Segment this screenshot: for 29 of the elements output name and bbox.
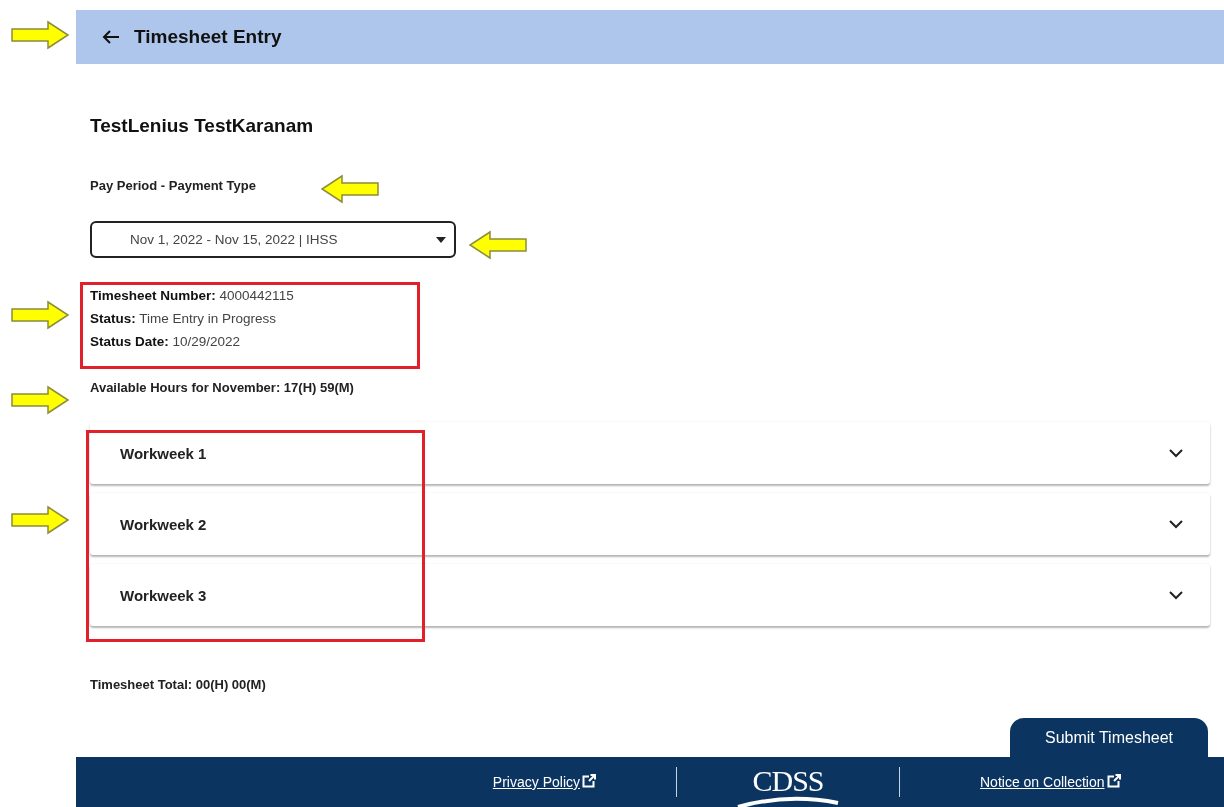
chevron-icon	[1168, 519, 1184, 529]
workweek-accordion[interactable]: Workweek 3	[90, 564, 1210, 626]
detail-value: 10/29/2022	[172, 334, 241, 349]
available-hours: Available Hours for November: 17(H) 59(M)	[90, 380, 354, 395]
detail-label: Status Date:	[90, 334, 169, 349]
pay-period-dropdown[interactable]: Nov 1, 2022 - Nov 15, 2022 | IHSS	[90, 221, 456, 258]
detail-value: 4000442115	[219, 288, 294, 303]
detail-label: Timesheet Number:	[90, 288, 216, 303]
workweek-title: Workweek 2	[120, 515, 207, 533]
workweek-accordion[interactable]: Workweek 1	[90, 422, 1210, 484]
back-arrow-icon[interactable]	[102, 30, 120, 44]
privacy-policy-link[interactable]: Privacy Policy	[492, 774, 596, 790]
external-link-icon	[1106, 774, 1121, 788]
workweek-title: Workweek 3	[120, 586, 207, 604]
cdss-logo: CDSS	[733, 767, 843, 807]
notice-link[interactable]: Notice on Collection	[980, 774, 1121, 790]
chevron-icon	[1168, 590, 1184, 600]
page-title: Timesheet Entry	[134, 26, 282, 48]
worker-name: TestLenius TestKaranam	[90, 115, 314, 137]
detail-value: Time Entry in Progress	[139, 311, 277, 326]
external-link-icon	[582, 774, 596, 788]
workweek-title: Workweek 1	[120, 444, 207, 462]
field-label: Pay Period - Payment Type	[90, 178, 256, 193]
workweek-accordion[interactable]: Workweek 2	[90, 493, 1210, 555]
detail-label: Status:	[90, 311, 136, 326]
submit-button[interactable]: Submit Timesheet	[1010, 718, 1208, 757]
caret-icon	[436, 236, 446, 243]
timesheet-total: Timesheet Total: 00(H) 00(M)	[90, 677, 266, 692]
chevron-icon	[1168, 448, 1184, 458]
